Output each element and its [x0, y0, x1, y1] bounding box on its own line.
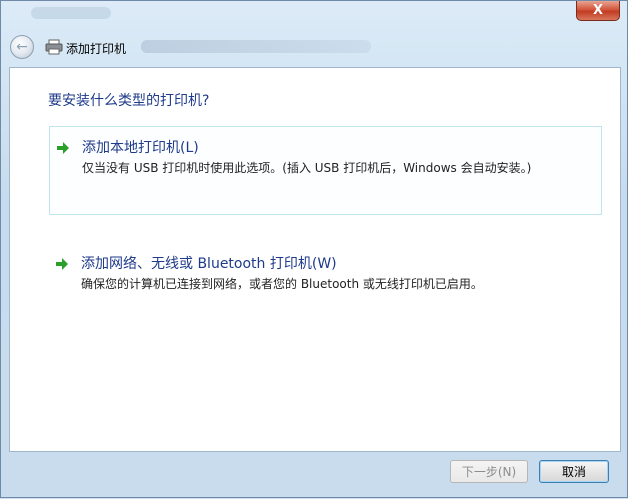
cancel-button[interactable]: 取消	[539, 460, 609, 483]
back-arrow-icon: ←	[16, 39, 28, 55]
close-button[interactable]: X	[576, 1, 620, 21]
option-add-local-printer[interactable]: 添加本地打印机(L) 仅当没有 USB 打印机时使用此选项。(插入 USB 打印…	[49, 126, 602, 215]
option-title: 添加网络、无线或 Bluetooth 打印机(W)	[81, 256, 337, 272]
wizard-nav-bar: ← 添加打印机	[1, 27, 628, 65]
wizard-footer: 下一步(N) 取消	[1, 452, 628, 499]
green-arrow-icon	[56, 258, 68, 270]
wizard-content-panel: 要安装什么类型的打印机? 添加本地打印机(L) 仅当没有 USB 打印机时使用此…	[9, 67, 621, 452]
option-add-network-printer[interactable]: 添加网络、无线或 Bluetooth 打印机(W) 确保您的计算机已连接到网络，…	[49, 248, 602, 298]
printer-wizard-window: X ← 添加打印机 要安装什么类型的打印机? 添加本地打印机(L) 仅当没有 U…	[0, 0, 628, 498]
blurred-caption	[141, 40, 371, 53]
back-button[interactable]: ←	[10, 35, 34, 59]
wizard-title: 添加打印机	[66, 42, 127, 56]
printer-icon	[45, 39, 63, 55]
window-title-blurred	[31, 7, 111, 19]
option-description: 确保您的计算机已连接到网络，或者您的 Bluetooth 或无线打印机已启用。	[81, 277, 483, 291]
page-question: 要安装什么类型的打印机?	[48, 93, 210, 109]
option-title: 添加本地打印机(L)	[82, 140, 199, 156]
next-button[interactable]: 下一步(N)	[450, 460, 528, 483]
green-arrow-icon	[57, 142, 69, 154]
option-description: 仅当没有 USB 打印机时使用此选项。(插入 USB 打印机后，Windows …	[82, 161, 532, 175]
